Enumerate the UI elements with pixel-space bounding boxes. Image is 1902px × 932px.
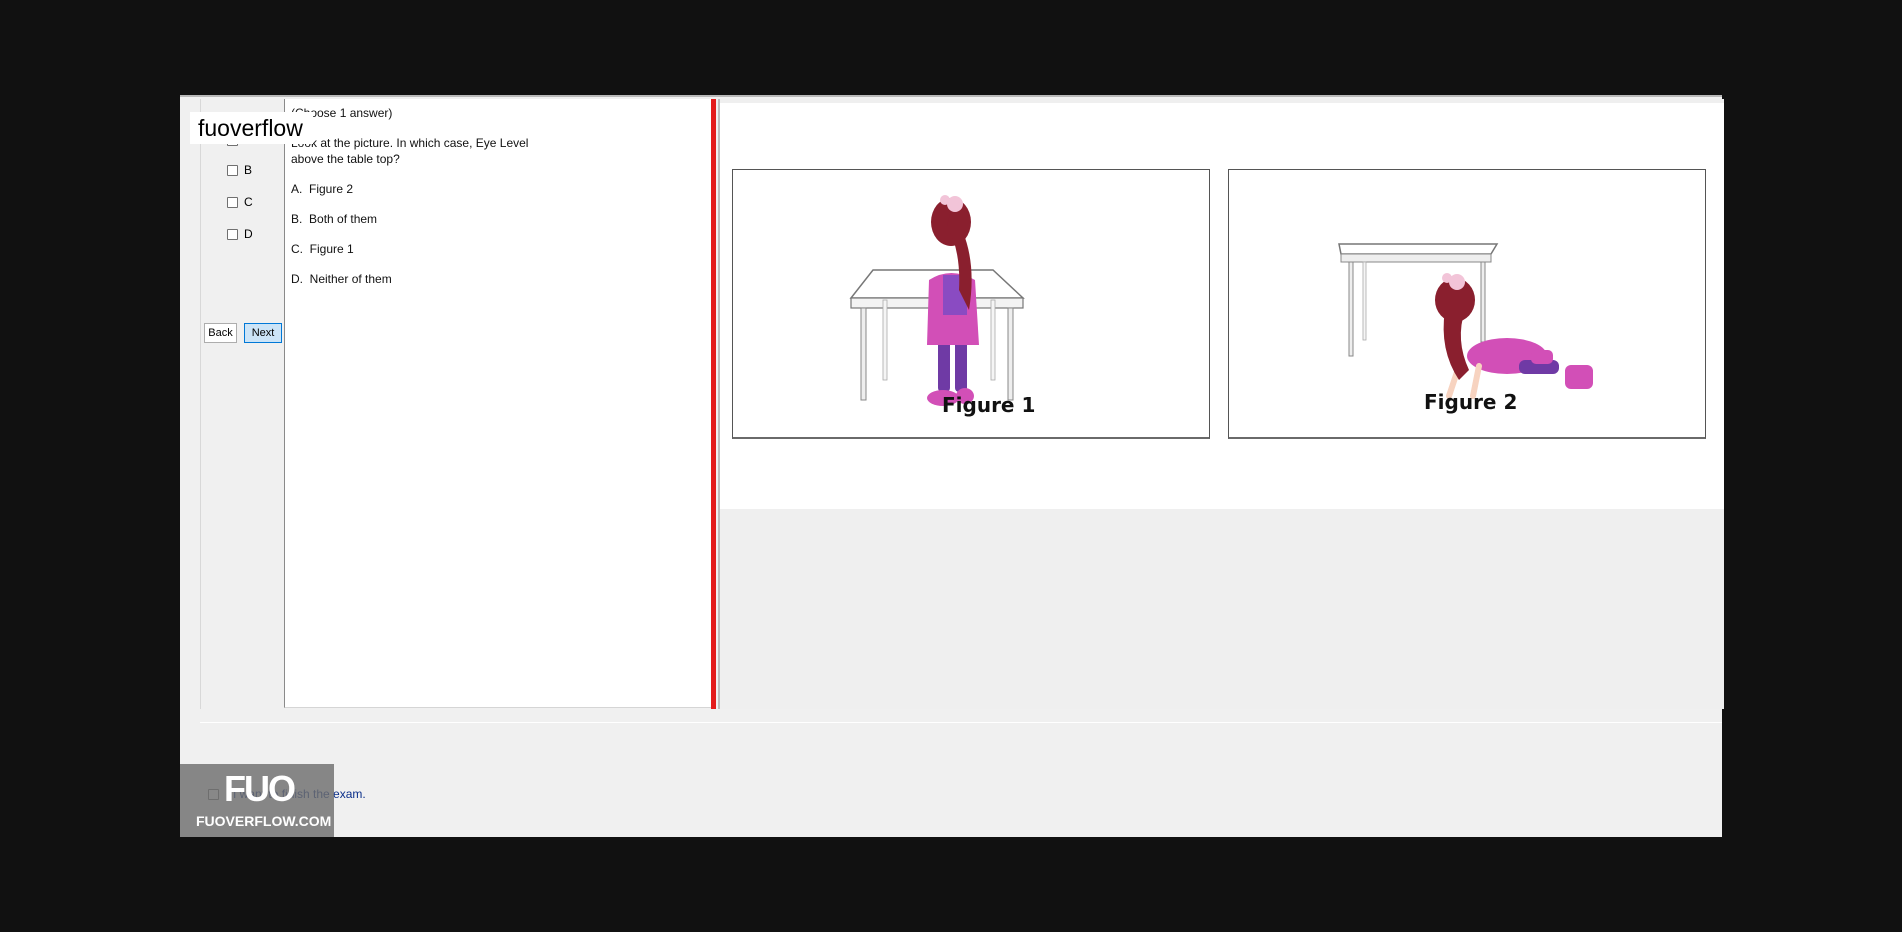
choice-b-letter: B. xyxy=(291,212,303,226)
answer-d-label: D xyxy=(244,227,253,241)
answer-option-d[interactable]: D xyxy=(227,227,253,241)
answer-option-c[interactable]: C xyxy=(227,195,253,209)
answers-pane xyxy=(200,99,282,709)
choice-d: D. Neither of them xyxy=(291,271,392,287)
figure-1-caption: Figure 1 xyxy=(942,393,1036,417)
image-pane: Figure 1 Figure 2 xyxy=(718,99,1724,709)
answer-b-label: B xyxy=(244,163,253,177)
back-button[interactable]: Back xyxy=(204,323,237,343)
watermark-text: fuoverflow xyxy=(190,112,313,144)
choice-d-letter: D. xyxy=(291,272,303,286)
choice-a: A. Figure 2 xyxy=(291,181,353,197)
question-text-line1: Look at the picture. In which case, Eye … xyxy=(291,136,529,150)
watermark-logo-mark: FUO xyxy=(224,768,296,809)
choice-c: C. Figure 1 xyxy=(291,241,354,257)
answer-c-checkbox[interactable] xyxy=(227,196,238,208)
choice-b-text: Both of them xyxy=(309,212,378,226)
window-top-border xyxy=(180,95,1722,97)
choice-d-text: Neither of them xyxy=(309,272,392,286)
pane-splitter[interactable] xyxy=(711,99,716,709)
choice-b: B. Both of them xyxy=(291,211,377,227)
choice-a-letter: A. xyxy=(291,182,303,196)
question-text-line2: above the table top? xyxy=(291,152,400,166)
choice-c-letter: C. xyxy=(291,242,303,256)
next-button[interactable]: Next xyxy=(244,323,282,343)
question-pane: (Choose 1 answer) Look at the picture. I… xyxy=(284,99,712,708)
question-image: Figure 1 Figure 2 xyxy=(720,103,1724,509)
answer-d-checkbox[interactable] xyxy=(227,228,238,240)
choice-a-text: Figure 2 xyxy=(309,182,354,196)
answer-option-b[interactable]: B xyxy=(227,163,252,177)
content-bottom-border xyxy=(200,722,1722,723)
figure-2-caption: Figure 2 xyxy=(1424,390,1518,414)
exam-window: A B C D Back Next (Choose 1 answer) Look… xyxy=(180,95,1724,837)
answer-b-checkbox[interactable] xyxy=(227,164,238,176)
answer-c-label: C xyxy=(244,195,253,209)
watermark-logo: FUO FUOVERFLOW.COM xyxy=(180,764,334,837)
choice-c-text: Figure 1 xyxy=(309,242,354,256)
watermark-logo-text: FUOVERFLOW.COM xyxy=(196,813,332,829)
